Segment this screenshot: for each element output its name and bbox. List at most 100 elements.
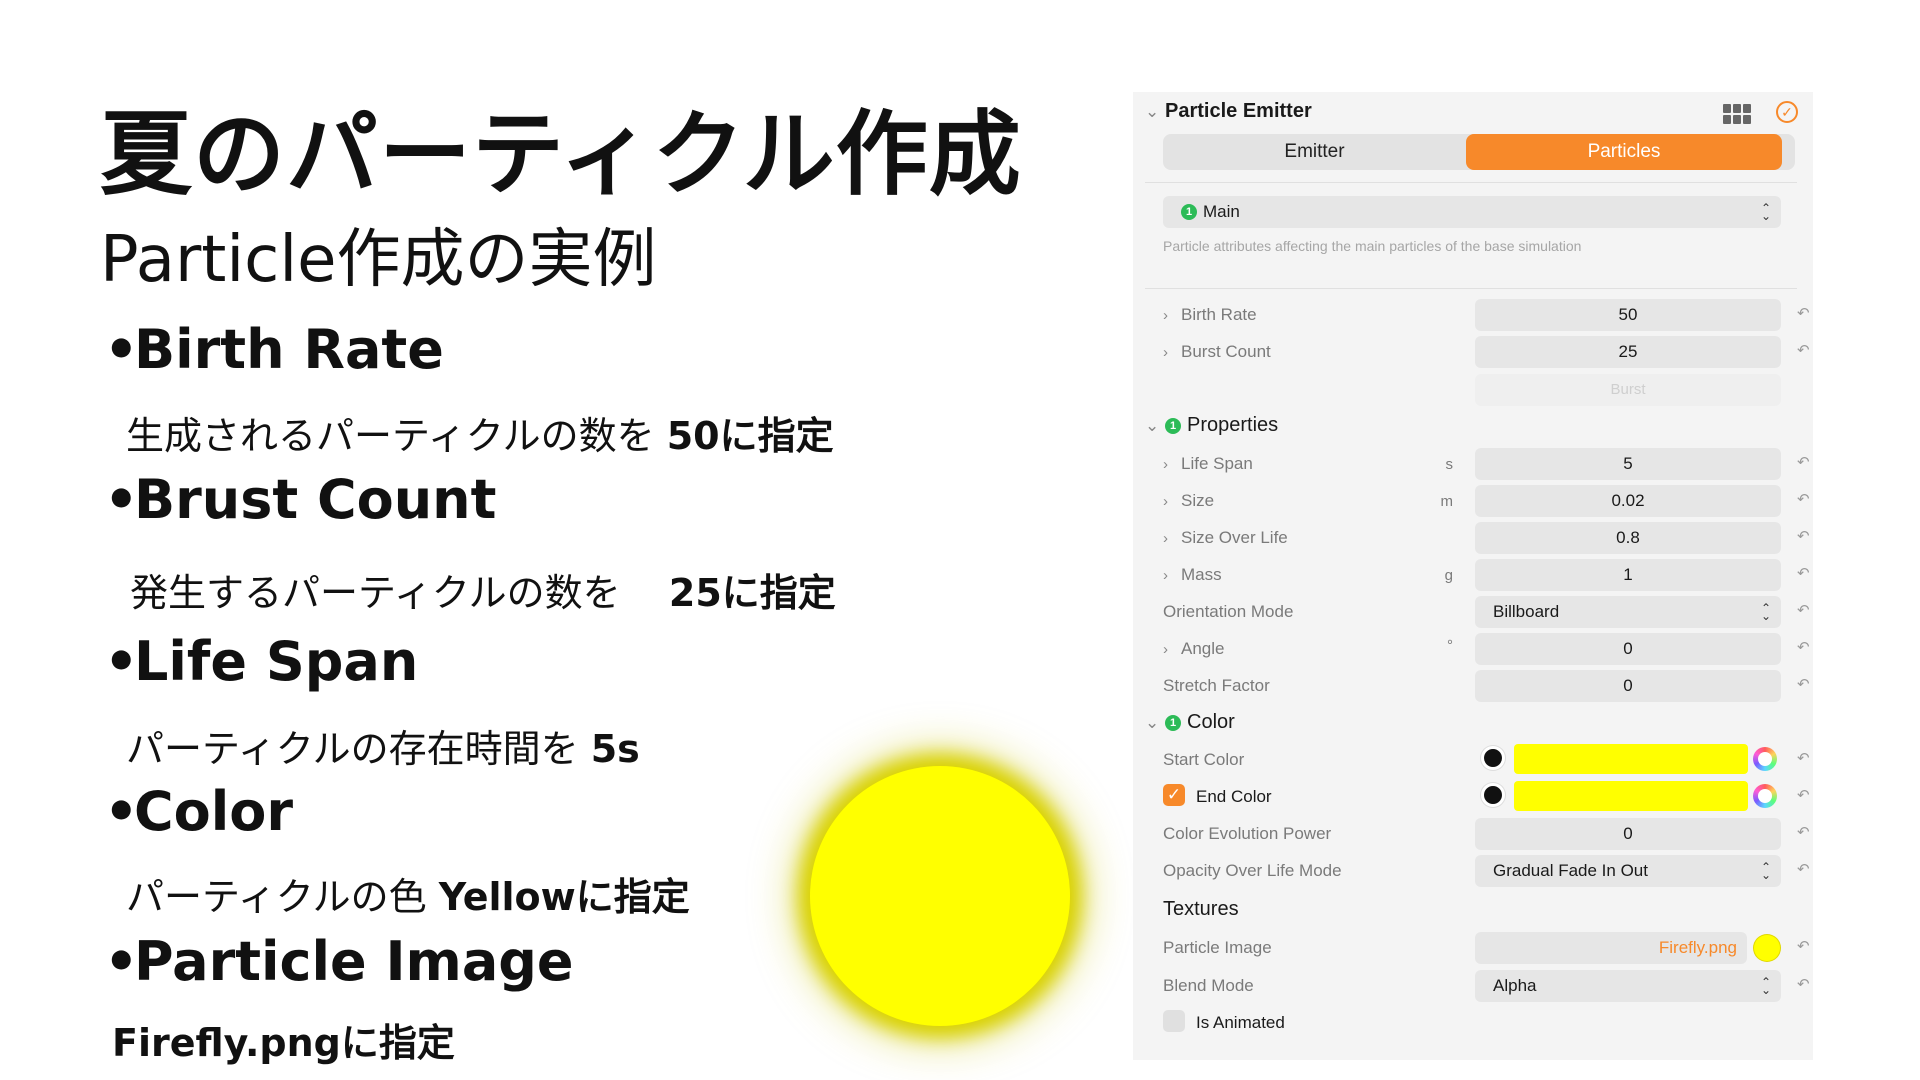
size-label[interactable]: › Size [1163,491,1214,511]
chevron-up-down-icon: ⌃ ⌄ [1760,860,1771,882]
size-over-life-field[interactable]: 0.8 [1475,522,1781,554]
color-section-header[interactable]: ⌄ 1 Color [1145,711,1235,734]
desc-text: パーティクルの色 [126,875,427,919]
chevron-up-down-icon: ⌃ ⌄ [1760,601,1771,623]
bullet-heading: Life Span [134,630,419,693]
reset-arrow-icon[interactable]: ↶ [1797,527,1810,545]
properties-section-header[interactable]: ⌄ 1 Properties [1145,414,1278,437]
unit-meters: m [1440,493,1454,510]
reset-arrow-icon[interactable]: ↶ [1797,564,1810,582]
checkmark-circle-icon[interactable]: ✓ [1776,101,1798,123]
tab-emitter[interactable]: Emitter [1163,134,1466,170]
reset-arrow-icon[interactable]: ↶ [1797,937,1810,955]
stretch-factor-field[interactable]: 0 [1475,670,1781,702]
bullet-heading: Color [134,780,293,843]
life-span-text: Life Span [1181,454,1253,473]
bullet-heading: Brust Count [134,468,497,531]
desc-color: パーティクルの色 Yellowに指定 [126,866,690,921]
particle-image-field[interactable]: Firefly.png [1475,932,1747,964]
reset-arrow-icon[interactable]: ↶ [1797,786,1810,804]
start-color-well[interactable] [1514,744,1748,774]
desc-life-span: パーティクルの存在時間を 5s [126,718,640,773]
firefly-particle-preview [810,766,1070,1026]
end-color-well[interactable] [1514,781,1748,811]
size-over-life-label[interactable]: › Size Over Life [1163,528,1288,548]
tab-particles[interactable]: Particles [1466,134,1782,170]
grid-icon[interactable] [1723,104,1753,124]
end-color-swatch[interactable] [1481,783,1505,807]
burst-button[interactable]: Burst [1475,374,1781,406]
desc-value: 25に指定 [668,571,836,615]
burst-count-label[interactable]: › Burst Count [1163,342,1271,362]
orientation-mode-value: Billboard [1493,602,1560,621]
desc-birth-rate: 生成されるパーティクルの数を 50に指定 [126,405,834,460]
reset-arrow-icon[interactable]: ↶ [1797,601,1810,619]
angle-text: Angle [1181,639,1225,658]
bullet-heading: Particle Image [134,930,574,993]
burst-count-field[interactable]: 25 [1475,336,1781,368]
color-wheel-icon[interactable] [1753,747,1777,771]
birth-rate-label[interactable]: › Birth Rate [1163,305,1257,325]
mass-label[interactable]: › Mass [1163,565,1222,585]
chevron-right-icon: › [1163,307,1168,324]
particle-image-label: Particle Image [1163,938,1272,957]
reset-arrow-icon[interactable]: ↶ [1797,823,1810,841]
status-badge: 1 [1165,418,1181,434]
particle-emitter-inspector: ⌄ Particle Emitter ✓ Emitter Particles 1M… [1133,92,1813,1060]
desc-value: 5s [590,727,640,771]
mass-field[interactable]: 1 [1475,559,1781,591]
reset-arrow-icon[interactable]: ↶ [1797,749,1810,767]
reset-arrow-icon[interactable]: ↶ [1797,490,1810,508]
unit-degrees: ° [1447,637,1453,654]
end-color-checkbox[interactable]: ✓ [1163,784,1185,806]
divider [1145,288,1797,289]
orientation-mode-select[interactable]: Billboard ⌃ ⌄ [1475,596,1781,628]
opacity-over-life-mode-label: Opacity Over Life Mode [1163,861,1342,880]
life-span-label[interactable]: › Life Span [1163,454,1253,474]
emitter-particles-segmented-control: Emitter Particles [1163,134,1795,170]
main-particle-select[interactable]: 1 Main ⌃ ⌄ [1163,196,1781,228]
color-evolution-power-field[interactable]: 0 [1475,818,1781,850]
mass-text: Mass [1181,565,1222,584]
bullet-particle-image: •Particle Image [104,930,574,993]
color-title: Color [1187,711,1235,733]
bullet-dot: • [104,318,139,381]
status-badge: 1 [1181,204,1197,220]
birth-rate-field[interactable]: 50 [1475,299,1781,331]
chevron-down-icon: ⌄ [1145,102,1160,121]
color-wheel-icon[interactable] [1753,784,1777,808]
size-field[interactable]: 0.02 [1475,485,1781,517]
blend-mode-select[interactable]: Alpha ⌃ ⌄ [1475,970,1781,1002]
particle-image-thumbnail[interactable] [1754,935,1780,961]
is-animated-label: Is Animated [1196,1013,1285,1032]
bullet-dot: • [104,630,139,693]
orientation-mode-label: Orientation Mode [1163,602,1294,621]
bullet-burst-count: •Brust Count [104,468,496,531]
bullet-dot: • [104,930,139,993]
birth-rate-text: Birth Rate [1181,305,1257,324]
life-span-field[interactable]: 5 [1475,448,1781,480]
desc-value: Firefly.pngに指定 [112,1021,455,1065]
reset-arrow-icon[interactable]: ↶ [1797,304,1810,322]
angle-label[interactable]: › Angle [1163,639,1224,659]
reset-arrow-icon[interactable]: ↶ [1797,675,1810,693]
reset-arrow-icon[interactable]: ↶ [1797,975,1810,993]
chevron-right-icon: › [1163,530,1168,547]
emitter-header[interactable]: ⌄ Particle Emitter [1145,100,1312,123]
chevron-right-icon: › [1163,493,1168,510]
start-color-swatch[interactable] [1481,746,1505,770]
chevron-down-icon: ⌄ [1145,713,1160,732]
reset-arrow-icon[interactable]: ↶ [1797,341,1810,359]
blend-mode-label: Blend Mode [1163,976,1254,995]
reset-arrow-icon[interactable]: ↶ [1797,638,1810,656]
bullet-life-span: •Life Span [104,630,418,693]
reset-arrow-icon[interactable]: ↶ [1797,453,1810,471]
desc-value: Yellowに指定 [438,875,690,919]
is-animated-checkbox[interactable] [1163,1010,1185,1032]
opacity-over-life-mode-select[interactable]: Gradual Fade In Out ⌃ ⌄ [1475,855,1781,887]
status-badge: 1 [1165,715,1181,731]
chevron-right-icon: › [1163,567,1168,584]
reset-arrow-icon[interactable]: ↶ [1797,860,1810,878]
desc-value: 50に指定 [666,414,834,458]
angle-field[interactable]: 0 [1475,633,1781,665]
